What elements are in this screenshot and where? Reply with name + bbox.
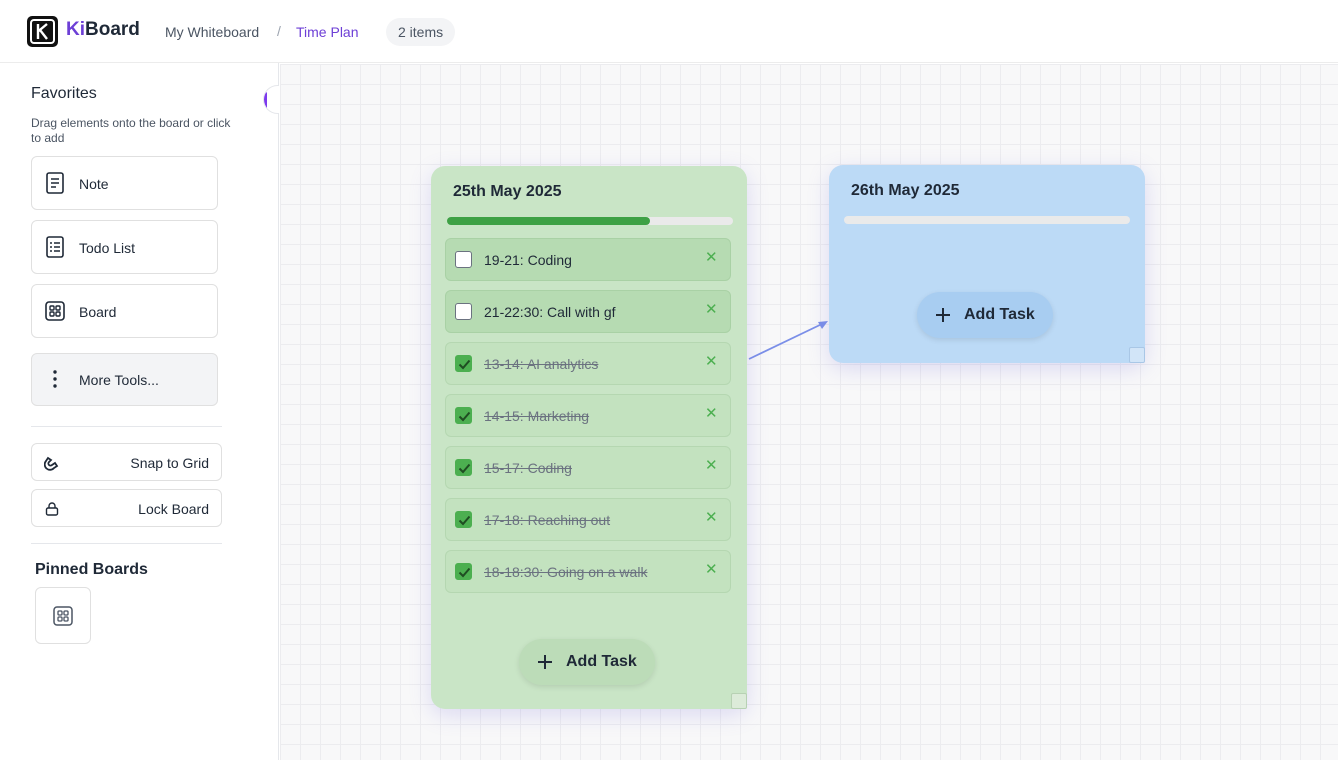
note-icon — [45, 171, 65, 195]
todo-card-25-may[interactable]: 25th May 2025 19-21: Coding ✕ 21-22:30: … — [431, 166, 747, 709]
breadcrumb-separator: / — [277, 23, 281, 39]
task-item[interactable]: 15-17: Coding ✕ — [445, 446, 731, 489]
delete-task-icon[interactable]: ✕ — [705, 510, 718, 525]
app-title[interactable]: KiBoard — [66, 19, 140, 41]
task-text[interactable]: 21-22:30: Call with gf — [484, 304, 616, 320]
add-note-label: Note — [79, 176, 109, 192]
lock-board-label: Lock Board — [138, 501, 209, 517]
resize-handle-icon[interactable] — [731, 693, 747, 709]
add-note-button[interactable]: Note — [31, 156, 218, 210]
todo-card-26-may[interactable]: 26th May 2025 Add Task — [829, 165, 1145, 363]
task-text[interactable]: 18-18:30: Going on a walk — [484, 564, 647, 580]
items-count-badge: 2 items — [386, 18, 456, 46]
task-text[interactable]: 17-18: Reaching out — [484, 512, 610, 528]
task-item[interactable]: 14-15: Marketing ✕ — [445, 394, 731, 437]
task-checkbox-checked[interactable] — [455, 459, 472, 476]
add-task-label: Add Task — [566, 653, 637, 670]
task-item[interactable]: 19-21: Coding ✕ — [445, 238, 731, 281]
pinned-boards-title: Pinned Boards — [35, 561, 148, 578]
task-item[interactable]: 13-14: AI analytics ✕ — [445, 342, 731, 385]
sidebar-divider — [31, 426, 222, 427]
add-task-label: Add Task — [964, 306, 1035, 323]
task-item[interactable]: 18-18:30: Going on a walk ✕ — [445, 550, 731, 593]
add-board-label: Board — [79, 304, 117, 320]
add-todo-list-label: Todo List — [79, 240, 136, 256]
add-todo-list-button[interactable]: Todo List — [31, 220, 218, 274]
delete-task-icon[interactable]: ✕ — [705, 250, 718, 265]
delete-task-icon[interactable]: ✕ — [705, 458, 718, 473]
task-checkbox[interactable] — [455, 251, 472, 268]
add-board-button[interactable]: Board — [31, 284, 218, 338]
progress-fill — [447, 217, 651, 225]
sidebar: Favorites Drag elements onto the board o… — [0, 63, 279, 760]
add-task-button[interactable]: Add Task — [917, 292, 1053, 338]
top-header: KiBoard My Whiteboard / Time Plan 2 item… — [0, 0, 1338, 63]
resize-handle-icon[interactable] — [1129, 347, 1145, 363]
snap-to-grid-label: Snap to Grid — [130, 455, 209, 471]
delete-task-icon[interactable]: ✕ — [705, 406, 718, 421]
task-text[interactable]: 15-17: Coding — [484, 460, 572, 476]
breadcrumb-time-plan[interactable]: Time Plan — [296, 24, 359, 40]
pinned-board-item[interactable] — [35, 587, 91, 644]
task-checkbox-checked[interactable] — [455, 355, 472, 372]
todo-list-icon — [45, 235, 65, 259]
favorites-hint: Drag elements onto the board or click to… — [31, 116, 231, 145]
delete-task-icon[interactable]: ✕ — [705, 302, 718, 317]
magnet-icon — [43, 455, 60, 471]
add-task-button[interactable]: Add Task — [519, 639, 655, 685]
card-title[interactable]: 26th May 2025 — [851, 182, 960, 200]
card-title[interactable]: 25th May 2025 — [453, 183, 562, 201]
delete-task-icon[interactable]: ✕ — [705, 562, 718, 577]
board-icon — [45, 299, 65, 323]
more-vertical-icon — [53, 369, 57, 389]
whiteboard-canvas[interactable]: 25th May 2025 19-21: Coding ✕ 21-22:30: … — [280, 64, 1338, 760]
task-checkbox-checked[interactable] — [455, 563, 472, 580]
more-tools-button[interactable]: More Tools... — [31, 353, 218, 406]
board-icon — [53, 606, 73, 626]
delete-task-icon[interactable]: ✕ — [705, 354, 718, 369]
task-item[interactable]: 21-22:30: Call with gf ✕ — [445, 290, 731, 333]
collapse-indicator — [264, 92, 267, 109]
task-checkbox[interactable] — [455, 303, 472, 320]
task-text[interactable]: 13-14: AI analytics — [484, 356, 598, 372]
breadcrumb-my-whiteboard[interactable]: My Whiteboard — [165, 24, 259, 40]
task-item[interactable]: 17-18: Reaching out ✕ — [445, 498, 731, 541]
task-text[interactable]: 19-21: Coding — [484, 252, 572, 268]
more-tools-label: More Tools... — [79, 372, 159, 388]
lock-icon — [44, 501, 60, 517]
favorites-title: Favorites — [31, 85, 97, 102]
progress-bar — [844, 216, 1130, 224]
plus-icon — [935, 307, 951, 323]
progress-bar — [447, 217, 733, 225]
snap-to-grid-button[interactable]: Snap to Grid — [31, 443, 222, 481]
task-text[interactable]: 14-15: Marketing — [484, 408, 589, 424]
connector-arrow[interactable] — [748, 319, 832, 363]
sidebar-divider — [31, 543, 222, 544]
lock-board-button[interactable]: Lock Board — [31, 489, 222, 527]
task-checkbox-checked[interactable] — [455, 511, 472, 528]
kiboard-logo-icon[interactable] — [27, 16, 58, 47]
plus-icon — [537, 654, 553, 670]
task-checkbox-checked[interactable] — [455, 407, 472, 424]
